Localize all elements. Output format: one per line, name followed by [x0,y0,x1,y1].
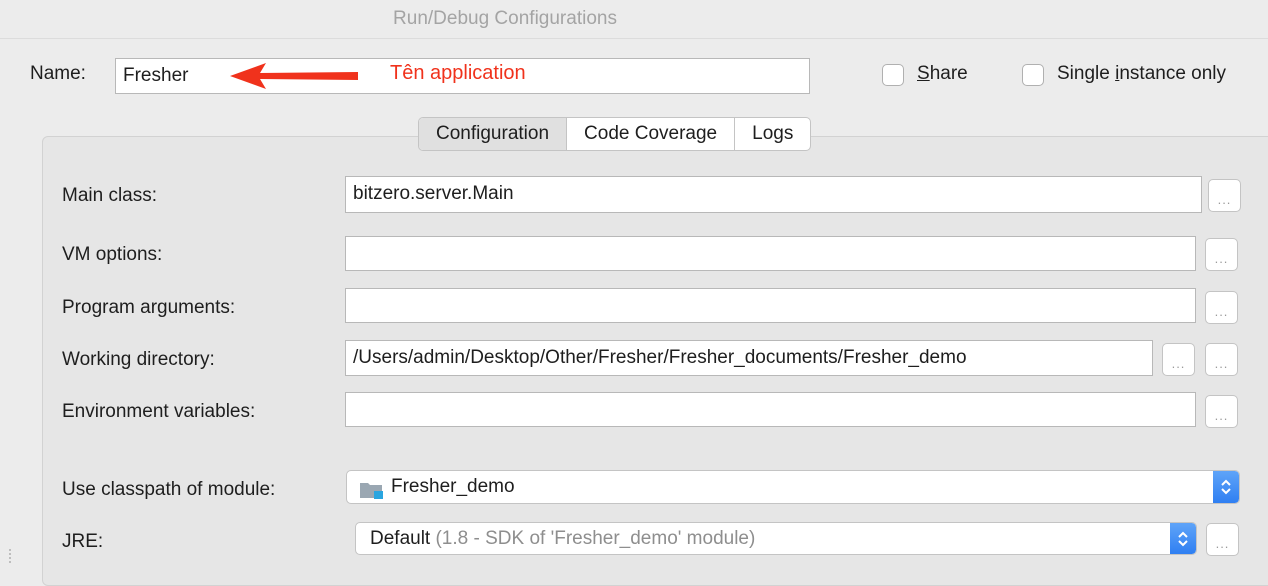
program-arguments-input[interactable] [345,288,1196,323]
vm-options-expand-button[interactable]: ... [1205,238,1238,271]
ellipsis-icon: ... [1214,408,1229,423]
working-directory-macro-button[interactable]: ... [1205,343,1238,376]
window-title: Run/Debug Configurations [393,8,617,29]
program-arguments-label: Program arguments: [62,297,236,318]
jre-label: JRE: [62,531,104,552]
resize-grip-icon[interactable] [8,548,12,564]
main-class-input[interactable]: bitzero.server.Main [345,176,1202,213]
tab-bar: Configuration Code Coverage Logs [418,117,812,151]
main-class-value: bitzero.server.Main [353,183,514,204]
jre-browse-button[interactable]: ... [1206,523,1239,556]
name-label: Name: [30,63,86,84]
main-class-label: Main class: [62,185,158,206]
vm-options-input[interactable] [345,236,1196,271]
single-instance-checkbox[interactable] [1022,64,1044,86]
environment-variables-input[interactable] [345,392,1196,427]
working-directory-input[interactable]: /Users/admin/Desktop/Other/Fresher/Fresh… [345,340,1153,376]
tab-logs[interactable]: Logs [735,118,810,150]
environment-variables-label: Environment variables: [62,401,256,422]
ellipsis-icon: ... [1214,251,1229,266]
tab-code-coverage[interactable]: Code Coverage [567,118,736,150]
name-input-value: Fresher [123,65,189,86]
share-label[interactable]: Share [917,63,968,85]
working-directory-browse-button[interactable]: ... [1162,343,1195,376]
red-arrow-icon [230,63,358,89]
jre-value-default: Default [370,528,431,549]
vm-options-label: VM options: [62,244,163,265]
tab-configuration[interactable]: Configuration [419,118,568,150]
share-checkbox[interactable] [882,64,904,86]
ellipsis-icon: ... [1215,536,1230,551]
ellipsis-icon: ... [1214,304,1229,319]
jre-value-detail: (1.8 - SDK of 'Fresher_demo' module) [435,528,756,549]
program-arguments-expand-button[interactable]: ... [1205,291,1238,324]
ellipsis-icon: ... [1214,356,1229,371]
working-directory-label: Working directory: [62,349,215,370]
title-divider [0,38,1268,39]
annotation-text: Tên application [390,62,526,84]
chevron-updown-icon [1213,471,1239,503]
working-directory-value: /Users/admin/Desktop/Other/Fresher/Fresh… [353,347,967,368]
main-class-browse-button[interactable]: ... [1208,179,1241,212]
classpath-module-label: Use classpath of module: [62,479,276,500]
ellipsis-icon: ... [1217,192,1232,207]
environment-variables-edit-button[interactable]: ... [1205,395,1238,428]
jre-value: Default (1.8 - SDK of 'Fresher_demo' mod… [370,523,756,554]
classpath-module-select[interactable]: Fresher_demo [346,470,1240,504]
ellipsis-icon: ... [1171,356,1186,371]
classpath-module-value: Fresher_demo [391,476,515,497]
jre-select[interactable]: Default (1.8 - SDK of 'Fresher_demo' mod… [355,522,1197,555]
module-folder-icon [359,479,385,503]
single-instance-label[interactable]: Single instance only [1057,63,1226,85]
chevron-updown-icon [1170,523,1196,554]
